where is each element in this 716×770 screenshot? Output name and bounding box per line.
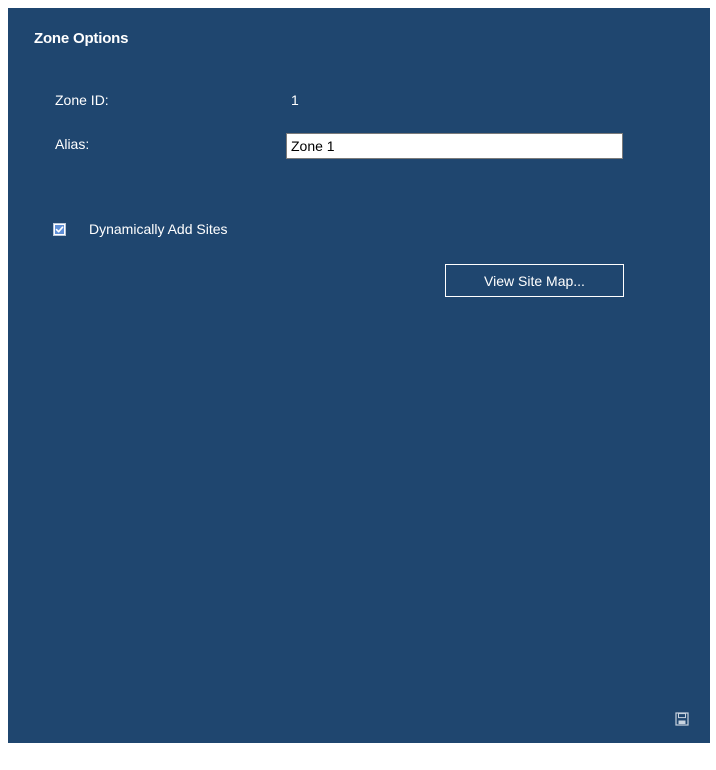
zone-id-value: 1 <box>291 92 299 108</box>
zone-options-panel: Zone Options Zone ID: 1 Alias: Dynamical… <box>8 8 710 743</box>
check-icon <box>55 224 64 234</box>
dynamically-add-sites-label: Dynamically Add Sites <box>89 221 228 237</box>
zone-id-label: Zone ID: <box>55 92 109 108</box>
panel-title: Zone Options <box>34 30 129 47</box>
view-site-map-button[interactable]: View Site Map... <box>445 264 624 297</box>
dynamically-add-sites-row[interactable]: Dynamically Add Sites <box>53 221 228 237</box>
alias-input[interactable] <box>286 133 623 159</box>
dynamically-add-sites-checkbox[interactable] <box>53 222 66 236</box>
alias-label: Alias: <box>55 136 90 152</box>
save-icon[interactable] <box>675 712 689 726</box>
